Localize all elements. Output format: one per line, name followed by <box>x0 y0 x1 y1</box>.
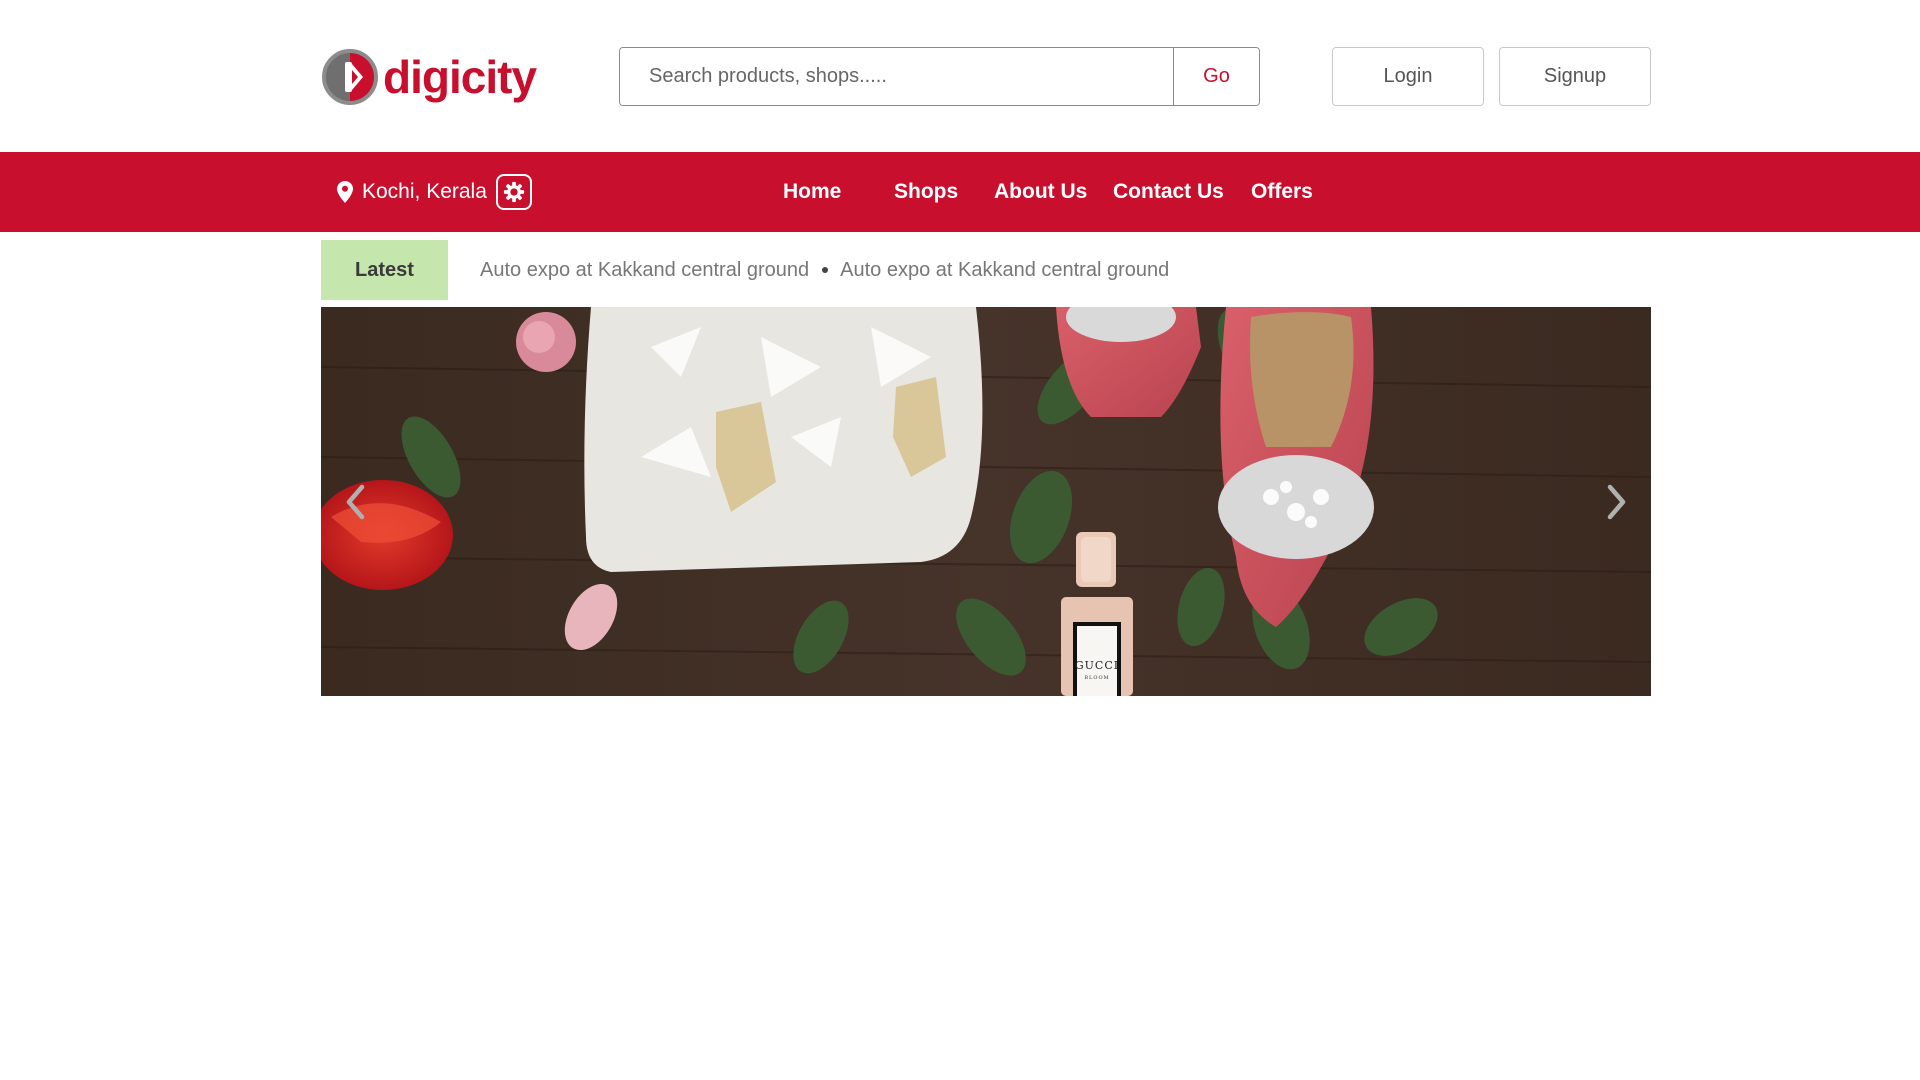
hero-carousel: GUCCI BLOOM <box>321 307 1651 696</box>
logo-wordmark: digicity <box>383 51 537 103</box>
signup-button[interactable]: Signup <box>1499 47 1651 106</box>
search-go-button[interactable]: Go <box>1173 48 1259 105</box>
logo[interactable]: digicity <box>321 47 537 107</box>
search-bar: Go <box>619 47 1260 106</box>
carousel-next-button[interactable] <box>1595 477 1639 527</box>
login-button[interactable]: Login <box>1332 47 1484 106</box>
nav-home[interactable]: Home <box>783 152 841 232</box>
ticker-separator <box>822 267 829 273</box>
hero-slide-image: GUCCI BLOOM <box>321 307 1651 696</box>
site-header: digicity Go Login Signup <box>0 0 1920 152</box>
news-ticker: Latest Auto expo at Kakkand central grou… <box>321 240 1651 300</box>
nav-shops[interactable]: Shops <box>894 152 958 232</box>
search-input[interactable] <box>620 48 1173 105</box>
map-pin-icon <box>337 181 353 203</box>
nav-contact-us[interactable]: Contact Us <box>1113 152 1224 232</box>
bottle-label: GUCCI <box>1075 659 1119 672</box>
ticker-items: Auto expo at Kakkand central ground Auto… <box>480 259 1169 282</box>
chevron-left-icon <box>346 484 365 520</box>
nav-offers[interactable]: Offers <box>1251 152 1313 232</box>
bottle-sublabel: BLOOM <box>1084 675 1109 681</box>
location-text: Kochi, Kerala <box>362 180 487 203</box>
location-selector[interactable]: Kochi, Kerala <box>337 174 532 210</box>
logo-mark-icon <box>322 49 378 105</box>
carousel-prev-button[interactable] <box>333 477 377 527</box>
chevron-right-icon <box>1607 484 1626 520</box>
nav-about-us[interactable]: About Us <box>994 152 1087 232</box>
ticker-label: Latest <box>321 240 448 300</box>
main-navbar: Kochi, Kerala Home Shops About Us Contac… <box>0 152 1920 232</box>
ticker-item[interactable]: Auto expo at Kakkand central ground <box>480 259 809 282</box>
gear-icon <box>503 181 524 203</box>
ticker-item[interactable]: Auto expo at Kakkand central ground <box>840 259 1169 282</box>
location-settings-button[interactable] <box>495 174 532 210</box>
